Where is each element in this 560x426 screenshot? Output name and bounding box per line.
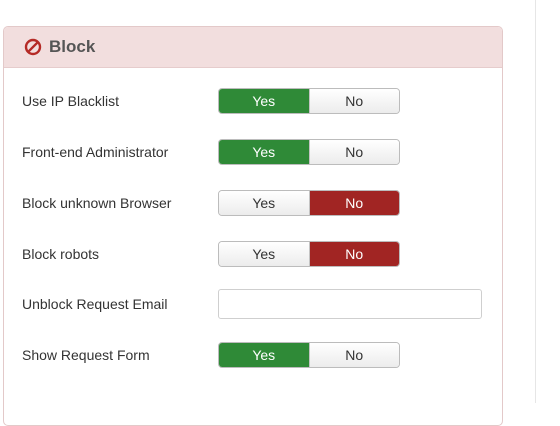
show-request-form-yes-button[interactable]: Yes	[219, 343, 309, 367]
frontend-administrator-no-button[interactable]: No	[308, 140, 399, 164]
show-request-form-label: Show Request Form	[22, 347, 150, 363]
block-unknown-browser-toggle: Yes No	[218, 190, 400, 216]
block-robots-no-button[interactable]: No	[308, 242, 399, 266]
ban-icon	[24, 38, 42, 56]
show-request-form-toggle: Yes No	[218, 342, 400, 368]
page-divider	[535, 0, 536, 403]
block-unknown-browser-label: Block unknown Browser	[22, 195, 172, 211]
use-ip-blacklist-label: Use IP Blacklist	[22, 93, 119, 109]
unblock-request-email-label: Unblock Request Email	[22, 296, 168, 312]
row-unblock-request-email: Unblock Request Email	[4, 289, 502, 319]
row-use-ip-blacklist: Use IP Blacklist Yes No	[4, 86, 502, 116]
row-block-robots: Block robots Yes No	[4, 239, 502, 269]
row-frontend-administrator: Front-end Administrator Yes No	[4, 137, 502, 167]
unblock-request-email-input[interactable]	[218, 289, 482, 319]
block-unknown-browser-no-button[interactable]: No	[308, 191, 399, 215]
block-unknown-browser-yes-button[interactable]: Yes	[219, 191, 309, 215]
frontend-administrator-label: Front-end Administrator	[22, 144, 169, 160]
use-ip-blacklist-toggle: Yes No	[218, 88, 400, 114]
frontend-administrator-toggle: Yes No	[218, 139, 400, 165]
use-ip-blacklist-yes-button[interactable]: Yes	[219, 89, 309, 113]
panel-title: Block	[49, 37, 96, 56]
block-robots-toggle: Yes No	[218, 241, 400, 267]
frontend-administrator-yes-button[interactable]: Yes	[219, 140, 309, 164]
row-block-unknown-browser: Block unknown Browser Yes No	[4, 188, 502, 218]
show-request-form-no-button[interactable]: No	[308, 343, 399, 367]
use-ip-blacklist-no-button[interactable]: No	[308, 89, 399, 113]
block-robots-yes-button[interactable]: Yes	[219, 242, 309, 266]
block-panel: Block Use IP Blacklist Yes No Front-end …	[3, 26, 503, 426]
row-show-request-form: Show Request Form Yes No	[4, 340, 502, 370]
panel-header: Block	[4, 27, 502, 68]
block-robots-label: Block robots	[22, 246, 100, 262]
